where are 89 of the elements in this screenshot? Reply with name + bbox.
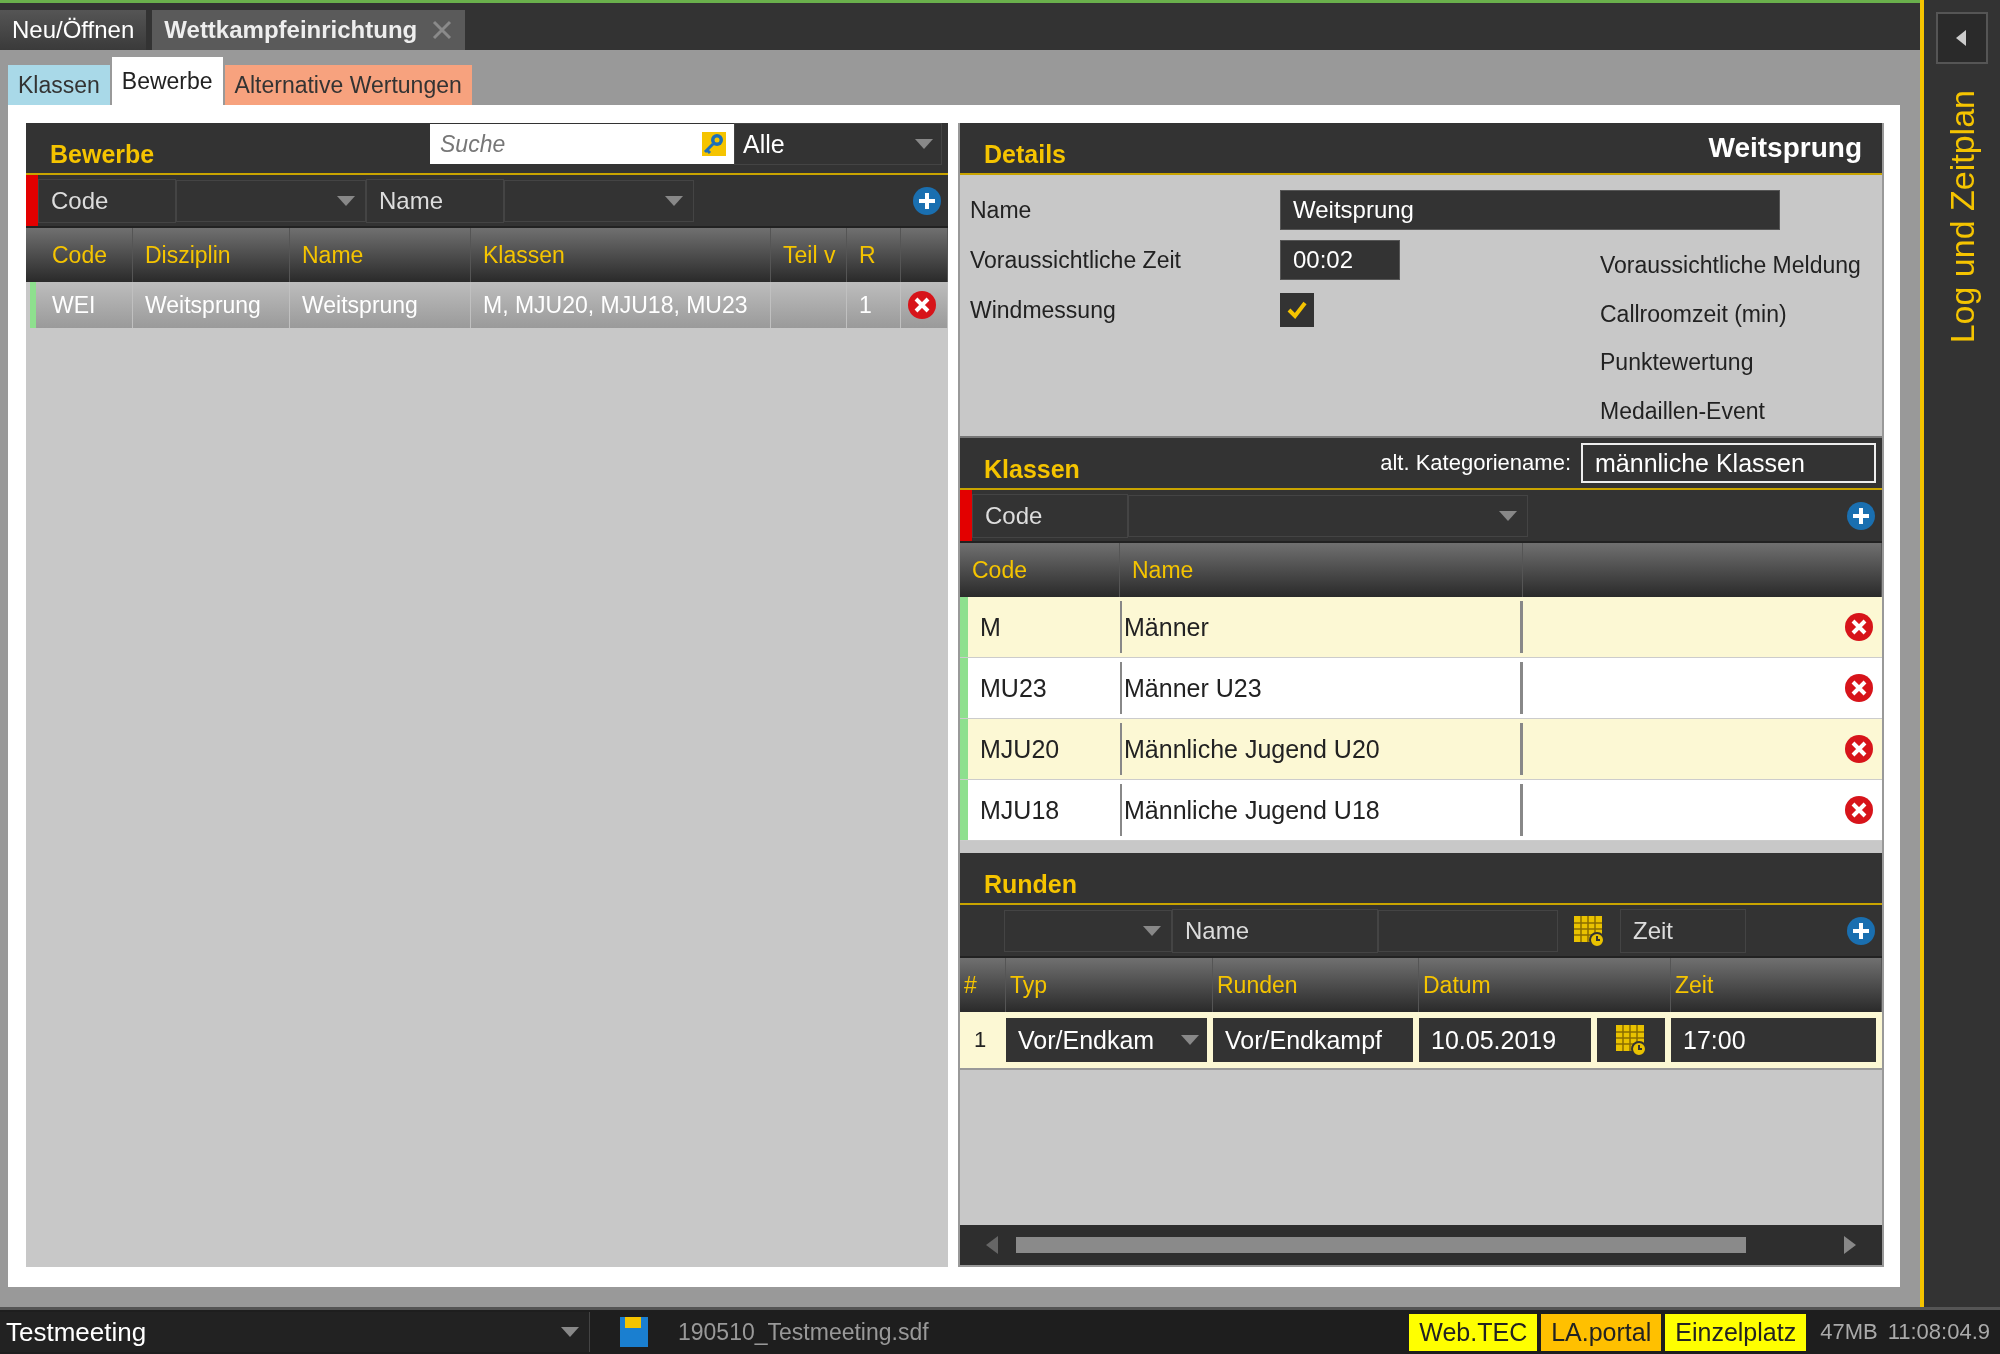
panel-title: Details bbox=[983, 140, 1066, 170]
table-cell-text: MJU18 bbox=[979, 794, 1060, 826]
collapse-button[interactable] bbox=[1936, 12, 1988, 64]
category-name-field[interactable]: männliche Klassen bbox=[1581, 443, 1876, 483]
calendar-icon bbox=[1614, 1023, 1648, 1057]
table-cell: 1 bbox=[847, 282, 901, 328]
table-cell: Männer U23 bbox=[1120, 662, 1523, 714]
section-tab[interactable]: Alternative Wertungen bbox=[224, 65, 472, 105]
key-icon[interactable] bbox=[700, 130, 728, 158]
horizontal-scrollbar[interactable] bbox=[960, 1225, 1882, 1265]
time-field[interactable]: 17:00 bbox=[1671, 1018, 1876, 1062]
table-cell: M, MJU20, MJU18, MU23 bbox=[471, 282, 771, 328]
table-row[interactable]: MU23 Männer U23 bbox=[960, 658, 1882, 719]
scroll-right-icon[interactable] bbox=[1842, 1236, 1856, 1254]
filter-marker bbox=[960, 490, 972, 541]
document-tab[interactable]: Neu/Öffnen bbox=[0, 10, 147, 50]
file-name: 190510_Testmeeting.sdf bbox=[678, 1318, 929, 1346]
table-cell: Männliche Jugend U18 bbox=[1120, 784, 1523, 836]
caret-left-icon bbox=[1956, 30, 1968, 46]
section-tab[interactable]: Klassen bbox=[8, 65, 110, 105]
table-cell: Weitsprung bbox=[290, 282, 471, 328]
panel-title: Runden bbox=[983, 870, 1078, 900]
meeting-dropdown[interactable]: Testmeeting bbox=[0, 1312, 590, 1352]
filter-label: Name bbox=[366, 178, 504, 223]
field-label: Name bbox=[970, 196, 1033, 224]
details-heading: Weitsprung bbox=[1708, 132, 1863, 164]
calendar-icon[interactable] bbox=[1572, 913, 1606, 948]
table-cell: WEI bbox=[40, 282, 133, 328]
side-panel-title[interactable]: Log und Zeitplan bbox=[1942, 90, 1982, 344]
type-dropdown[interactable]: Vor/Endkam bbox=[1006, 1018, 1207, 1062]
filter-label: Code bbox=[972, 493, 1128, 538]
status-badge: LA.portal bbox=[1541, 1313, 1662, 1351]
filter-label: Zeit bbox=[1620, 908, 1746, 953]
status-badge: Web.TEC bbox=[1409, 1313, 1538, 1351]
search-input[interactable]: Suche bbox=[438, 129, 700, 159]
status-badge: Einzelplatz bbox=[1665, 1313, 1807, 1351]
caret-icon bbox=[561, 1327, 579, 1337]
time-field[interactable]: 00:02 bbox=[1280, 240, 1400, 280]
add-icon[interactable] bbox=[1846, 915, 1876, 946]
table-row[interactable]: M Männer bbox=[960, 597, 1882, 658]
round-field[interactable]: Vor/Endkampf bbox=[1213, 1018, 1413, 1062]
row-number: 1 bbox=[973, 1027, 988, 1053]
name-field[interactable]: Weitsprung bbox=[1280, 190, 1780, 230]
table-row[interactable]: MJU20 Männliche Jugend U20 bbox=[960, 719, 1882, 780]
caret-icon bbox=[1181, 1035, 1199, 1045]
filter-label: Code bbox=[38, 178, 176, 223]
field-label: alt. Kategoriename: bbox=[1380, 450, 1571, 476]
clock-time: 11:08:04.9 bbox=[1887, 1319, 1990, 1345]
table-row[interactable]: MJU18 Männliche Jugend U18 bbox=[960, 780, 1882, 841]
delete-icon[interactable] bbox=[1844, 612, 1874, 642]
field-label: Voraussichtliche Zeit bbox=[970, 246, 1182, 274]
document-tab[interactable]: Wettkampfeinrichtung bbox=[152, 10, 466, 50]
caret-icon bbox=[665, 195, 683, 206]
calendar-button[interactable] bbox=[1597, 1018, 1665, 1062]
table-cell-text: MJU20 bbox=[979, 733, 1060, 765]
field-label: Windmessung bbox=[970, 296, 1117, 324]
add-icon[interactable] bbox=[1846, 500, 1876, 531]
delete-icon[interactable] bbox=[1844, 734, 1874, 764]
field-label: Voraussichtliche Meldung bbox=[1600, 250, 1861, 280]
table-cell: Männliche Jugend U20 bbox=[1120, 723, 1523, 775]
filter-dropdown[interactable]: Alle bbox=[734, 123, 942, 165]
date-field[interactable]: 10.05.2019 bbox=[1419, 1018, 1591, 1062]
caret-icon bbox=[337, 195, 355, 206]
table-row[interactable]: 1 Vor/Endkam Vor/Endkampf 10.05.2019 17:00 bbox=[960, 1012, 1882, 1070]
field-label: Callroomzeit (min) bbox=[1600, 299, 1788, 329]
filter-label: Name bbox=[1172, 908, 1378, 953]
filter-marker bbox=[26, 175, 38, 226]
caret-icon bbox=[915, 139, 933, 149]
panel-title: Bewerbe bbox=[49, 140, 156, 170]
section-tab[interactable]: Bewerbe bbox=[111, 57, 223, 105]
field-label: Punktewertung bbox=[1600, 348, 1755, 378]
scrollbar-thumb[interactable] bbox=[1016, 1237, 1746, 1253]
field-label: Medaillen-Event bbox=[1600, 397, 1766, 427]
table-cell-text: M bbox=[979, 611, 1001, 643]
caret-icon bbox=[1499, 510, 1517, 521]
search-field[interactable]: Suche bbox=[430, 124, 734, 164]
panel-title: Klassen bbox=[983, 455, 1080, 485]
table-cell: Weitsprung bbox=[133, 282, 290, 328]
caret-icon bbox=[1143, 925, 1161, 936]
table-cell: Männer bbox=[1120, 601, 1523, 653]
delete-icon[interactable] bbox=[907, 290, 937, 320]
checkbox[interactable] bbox=[1280, 293, 1314, 327]
floppy-icon[interactable] bbox=[620, 1317, 648, 1347]
table-cell-text: MU23 bbox=[979, 672, 1047, 704]
delete-icon[interactable] bbox=[1844, 673, 1874, 703]
scroll-left-icon[interactable] bbox=[986, 1236, 1000, 1254]
delete-icon[interactable] bbox=[1844, 795, 1874, 825]
memory-usage: 47MB bbox=[1820, 1319, 1878, 1345]
add-icon[interactable] bbox=[912, 185, 942, 216]
